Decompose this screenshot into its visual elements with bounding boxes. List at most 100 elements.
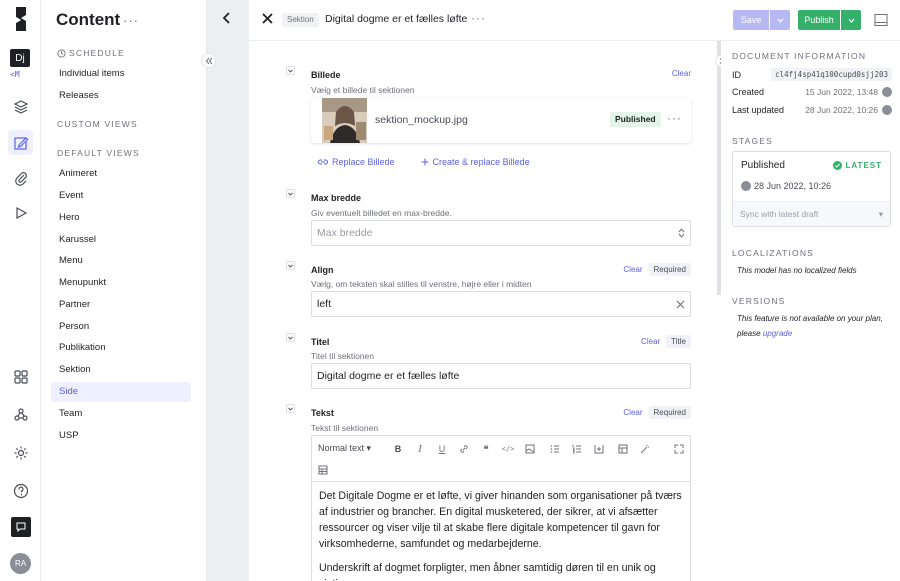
image-icon[interactable] xyxy=(524,443,536,455)
rte-body[interactable]: Det Digitale Dogme er et løfte, vi giver… xyxy=(312,482,690,581)
text-style-value: Normal text xyxy=(318,443,365,453)
nav-item-event[interactable]: Event xyxy=(51,186,191,206)
content-edit-icon[interactable] xyxy=(8,130,33,155)
underline-icon[interactable]: U xyxy=(436,443,448,455)
created-value: 15 Jun 2022, 13:48 xyxy=(805,87,878,97)
nav-item-person[interactable]: Person xyxy=(51,317,191,337)
embed-icon[interactable] xyxy=(593,443,605,455)
number-stepper-icon[interactable] xyxy=(678,228,685,238)
document-sidebar: DOCUMENT INFORMATION ID cl4fj4sp41q100cu… xyxy=(721,41,900,581)
asset-thumbnail xyxy=(322,98,367,143)
align-input[interactable]: left xyxy=(311,291,691,317)
nav-item-partner[interactable]: Partner xyxy=(51,295,191,315)
sync-draft-select[interactable]: Sync with latest draft ▾ xyxy=(733,201,890,226)
tekst-hint: Tekst til sektionen xyxy=(311,423,379,433)
back-chevron-icon[interactable] xyxy=(222,12,232,24)
publish-button[interactable]: Publish xyxy=(798,10,840,30)
publish-dropdown-button[interactable] xyxy=(841,10,861,30)
replace-billede-link[interactable]: Replace Billede xyxy=(318,157,395,167)
billede-label: Billede xyxy=(311,70,341,80)
code-icon[interactable]: </> xyxy=(502,443,515,455)
nav-item-team[interactable]: Team xyxy=(51,404,191,424)
clear-x-icon[interactable] xyxy=(676,300,685,309)
versions-heading: VERSIONS xyxy=(732,296,786,306)
field-collapse-icon[interactable] xyxy=(286,333,295,342)
creator-avatar xyxy=(882,87,892,97)
collapse-nav-button[interactable] xyxy=(201,53,216,68)
nav-item-sektion[interactable]: Sektion xyxy=(51,360,191,380)
replace-billede-label: Replace Billede xyxy=(332,157,395,167)
quote-icon[interactable]: ❝ xyxy=(480,443,492,455)
numbered-list-icon[interactable] xyxy=(571,443,583,455)
updater-avatar xyxy=(882,105,892,115)
stages-heading: STAGES xyxy=(732,136,774,146)
user-avatar[interactable]: RA xyxy=(10,553,31,574)
grid-apps-icon[interactable] xyxy=(11,367,31,387)
italic-icon[interactable]: I xyxy=(414,443,426,455)
asset-more-icon[interactable]: ··· xyxy=(667,111,682,125)
asset-card[interactable]: sektion_mockup.jpg Published ··· xyxy=(311,98,691,143)
nav-item-usp[interactable]: USP xyxy=(51,426,191,446)
publisher-avatar xyxy=(741,181,751,191)
nav-item-menupunkt[interactable]: Menupunkt xyxy=(51,273,191,293)
text-style-select[interactable]: Normal text ▾ xyxy=(318,443,371,454)
webhooks-icon[interactable] xyxy=(11,405,31,425)
settings-gear-icon[interactable] xyxy=(11,443,31,463)
field-collapse-icon[interactable] xyxy=(286,404,295,413)
id-value[interactable]: cl4fj4sp41q100cupd0sjj203 xyxy=(771,68,892,81)
bullet-list-icon[interactable] xyxy=(549,443,561,455)
max-bredde-placeholder: Max bredde xyxy=(317,227,373,239)
play-icon[interactable] xyxy=(11,203,31,223)
link-icon[interactable] xyxy=(458,443,470,455)
layers-icon[interactable] xyxy=(11,97,31,117)
clock-icon xyxy=(57,48,66,58)
bold-icon[interactable]: B xyxy=(392,443,404,455)
entry-more-icon[interactable]: ··· xyxy=(471,11,486,25)
asset-status-badge: Published xyxy=(610,112,661,127)
project-badge[interactable]: Dj xyxy=(10,49,30,67)
nav-item-menu[interactable]: Menu xyxy=(51,251,191,271)
magic-wand-icon[interactable] xyxy=(639,443,651,455)
rich-text-editor[interactable]: Normal text ▾ B I U ❝ </> Det Digitale D… xyxy=(311,435,691,581)
upgrade-link[interactable]: upgrade xyxy=(763,329,792,338)
localizations-note: This model has no localized fields xyxy=(737,266,857,275)
tekst-clear-link[interactable]: Clear xyxy=(623,408,642,417)
max-bredde-hint: Giv eventuelt billedet en max-bredde. xyxy=(311,208,452,218)
stage-date-row: 28 Jun 2022, 10:26 xyxy=(741,181,831,191)
save-dropdown-button[interactable] xyxy=(770,10,790,30)
align-label: Align xyxy=(311,265,334,275)
nav-item-individual-items[interactable]: Individual items xyxy=(51,64,191,84)
billede-clear-link[interactable]: Clear xyxy=(672,69,691,78)
more-options-icon[interactable]: ··· xyxy=(123,13,139,28)
field-collapse-icon[interactable] xyxy=(286,261,295,270)
nav-item-hero[interactable]: Hero xyxy=(51,208,191,228)
model-chip: Sektion xyxy=(282,13,319,27)
grid-table-icon[interactable] xyxy=(317,464,329,476)
field-collapse-icon[interactable] xyxy=(286,189,295,198)
logo-icon[interactable] xyxy=(12,6,30,32)
max-bredde-input[interactable]: Max bredde xyxy=(311,220,691,246)
nav-item-publikation[interactable]: Publikation xyxy=(51,338,191,358)
nav-item-releases[interactable]: Releases xyxy=(51,86,191,106)
titel-title-tag: Title xyxy=(666,335,691,348)
chat-icon[interactable] xyxy=(11,517,31,537)
check-circle-icon xyxy=(833,161,843,170)
table-icon[interactable] xyxy=(617,443,629,455)
nav-item-karussel[interactable]: Karussel xyxy=(51,230,191,250)
help-icon[interactable] xyxy=(11,481,31,501)
titel-input[interactable]: Digital dogme er et fælles løfte xyxy=(311,363,691,389)
created-row: Created 15 Jun 2022, 13:48 xyxy=(732,87,892,97)
align-clear-link[interactable]: Clear xyxy=(623,265,642,274)
nav-item-animeret[interactable]: Animeret xyxy=(51,164,191,184)
close-icon[interactable] xyxy=(262,13,273,24)
schedule-label: SCHEDULE xyxy=(69,48,125,58)
sidebar-toggle-icon[interactable] xyxy=(874,13,888,27)
paperclip-icon[interactable] xyxy=(11,168,31,188)
create-replace-billede-link[interactable]: Create & replace Billede xyxy=(421,157,530,167)
titel-value: Digital dogme er et fælles løfte xyxy=(317,370,460,382)
nav-item-side[interactable]: Side xyxy=(51,382,191,402)
field-collapse-icon[interactable] xyxy=(286,66,295,75)
save-button[interactable]: Save xyxy=(733,10,769,30)
fullscreen-icon[interactable] xyxy=(673,443,685,455)
titel-clear-link[interactable]: Clear xyxy=(641,337,660,346)
